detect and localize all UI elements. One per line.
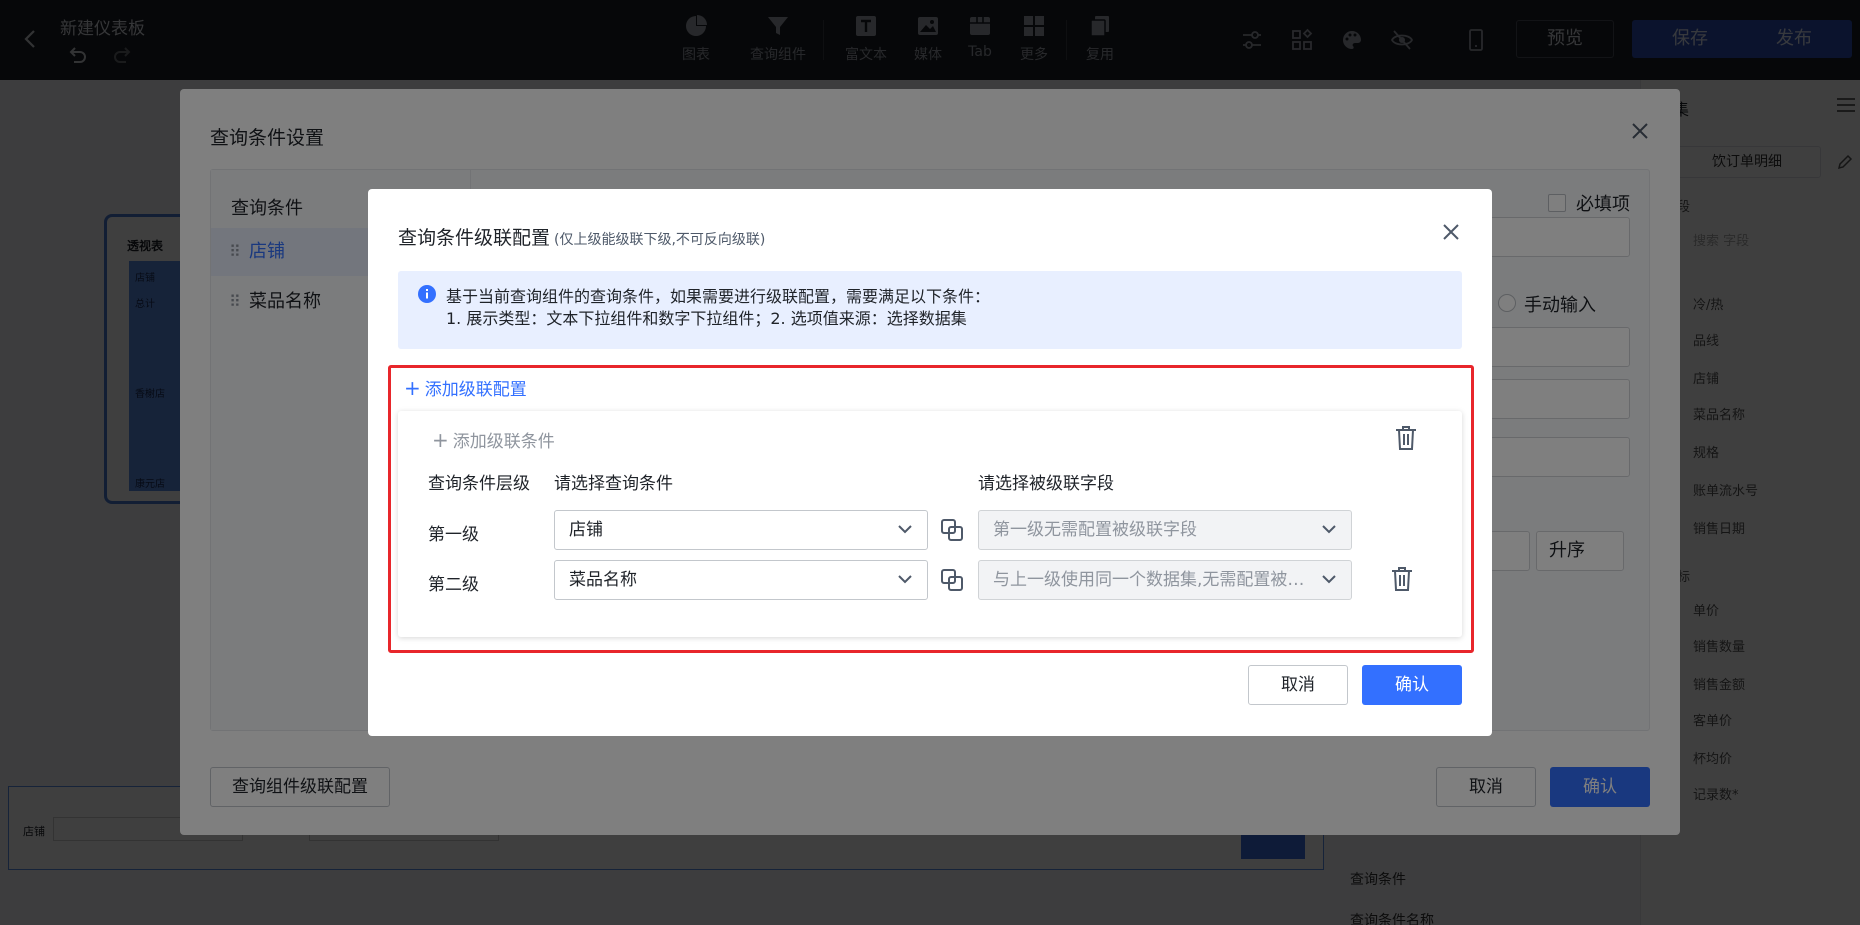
info-icon xyxy=(418,285,436,303)
add-condition-label: 添加级联条件 xyxy=(452,432,555,452)
select-value: 店铺 xyxy=(569,520,603,540)
chevron-down-icon xyxy=(1322,575,1336,584)
chevron-down-icon xyxy=(1322,525,1336,534)
row-level-label: 第二级 xyxy=(428,575,479,595)
trash-icon[interactable] xyxy=(1394,425,1418,451)
cancel-button[interactable]: 取消 xyxy=(1248,665,1348,705)
notice-line: 1. 展示类型：文本下拉组件和数字下拉组件；2. 选项值来源：选择数据集 xyxy=(446,309,967,328)
cascade-field-select[interactable]: 与上一级使用同一个数据集,无需配置被级联字段 xyxy=(978,560,1352,600)
row-level-label: 第一级 xyxy=(428,525,479,545)
header-level: 查询条件层级 xyxy=(428,474,530,494)
dialog-subtitle: (仅上级能级联下级,不可反向级联) xyxy=(554,232,766,248)
header-condition: 请选择查询条件 xyxy=(554,474,673,494)
cascade-field-select[interactable]: 第一级无需配置被级联字段 xyxy=(978,510,1352,550)
info-notice: 基于当前查询组件的查询条件，如果需要进行级联配置，需要满足以下条件： 1. 展示… xyxy=(398,271,1462,349)
plus-icon: + xyxy=(432,428,449,452)
chevron-down-icon xyxy=(898,575,912,584)
select-value: 菜品名称 xyxy=(569,570,637,590)
notice-line: 基于当前查询组件的查询条件，如果需要进行级联配置，需要满足以下条件： xyxy=(446,287,991,306)
close-icon[interactable] xyxy=(1440,221,1462,243)
dialog-title: 查询条件级联配置 (仅上级能级联下级,不可反向级联) xyxy=(398,223,765,250)
condition-select[interactable]: 店铺 xyxy=(554,510,928,550)
add-cascade-config-button[interactable]: + 添加级联配置 xyxy=(404,375,527,400)
select-value: 与上一级使用同一个数据集,无需配置被级联字段 xyxy=(993,570,1309,590)
plus-icon: + xyxy=(404,376,421,400)
dialog-title-text: 查询条件级联配置 xyxy=(398,227,551,249)
select-value: 第一级无需配置被级联字段 xyxy=(993,520,1197,540)
header-field: 请选择被级联字段 xyxy=(978,474,1114,494)
link-icon[interactable] xyxy=(940,568,964,592)
condition-select[interactable]: 菜品名称 xyxy=(554,560,928,600)
chevron-down-icon xyxy=(898,525,912,534)
cascade-config-dialog: 查询条件级联配置 (仅上级能级联下级,不可反向级联) 基于当前查询组件的查询条件，… xyxy=(368,189,1492,736)
confirm-button[interactable]: 确认 xyxy=(1362,665,1462,705)
add-cascade-condition-button[interactable]: + 添加级联条件 xyxy=(432,427,555,452)
trash-icon[interactable] xyxy=(1390,566,1414,592)
add-cascade-label: 添加级联配置 xyxy=(424,380,527,400)
link-icon[interactable] xyxy=(940,518,964,542)
